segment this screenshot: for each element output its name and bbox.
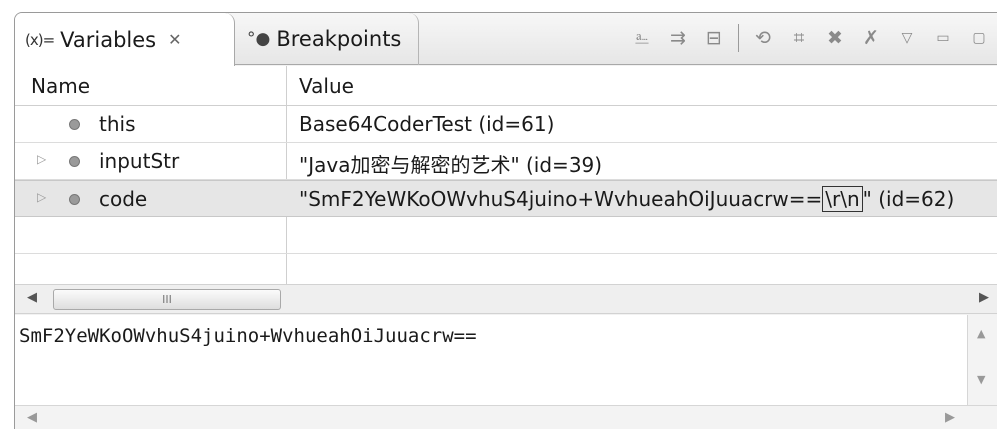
tab-breakpoints-label: Breakpoints [276, 27, 402, 51]
detail-pane[interactable]: SmF2YeWKoOWvhuS4juino+WvhueahOiJuuacrw==… [15, 315, 997, 405]
value-suffix: " (id=62) [862, 187, 955, 211]
detail-value-text[interactable]: SmF2YeWKoOWvhuS4juino+WvhueahOiJuuacrw== [19, 325, 477, 347]
table-row-selected[interactable]: ▷ code "SmF2YeWKoOWvhuS4juino+WvhueahOiJ… [15, 180, 997, 217]
show-type-names-icon[interactable]: ⎁ [630, 27, 654, 49]
view-toolbar: ⎁ ⇉ ⊟ ⟲ ⌗ ✖ ✗ ▽ ▭ ▢ [630, 13, 991, 63]
scroll-right-icon[interactable]: ▶ [979, 290, 989, 305]
remove-icon[interactable]: ✖ [823, 27, 847, 49]
scroll-up-icon[interactable]: ▲ [977, 327, 985, 340]
variable-name: inputStr [99, 149, 180, 173]
variable-icon [69, 194, 80, 205]
breakpoints-icon: °● [247, 29, 271, 49]
variable-icon [69, 119, 80, 130]
expand-icon[interactable]: ▷ [37, 152, 46, 166]
expand-icon[interactable]: ▷ [37, 190, 46, 204]
variables-icon: (x)= [25, 30, 55, 49]
close-icon[interactable]: ✕ [168, 30, 181, 49]
scroll-left-icon[interactable]: ◀ [27, 290, 37, 305]
variables-table: Name Value this Base64CoderTest (id=61) … [15, 66, 997, 284]
detail-vertical-scrollbar[interactable]: ▲ ▼ [967, 315, 997, 405]
table-row[interactable]: this Base64CoderTest (id=61) [15, 106, 997, 143]
remove-all-icon[interactable]: ✗ [859, 27, 883, 49]
scroll-down-icon[interactable]: ▼ [977, 373, 985, 386]
variable-name: this [99, 112, 136, 136]
maximize-icon[interactable]: ▢ [967, 30, 991, 46]
table-row-empty [15, 217, 997, 254]
value-text: "SmF2YeWKoOWvhuS4juino+WvhueahOiJuuacrw=… [299, 187, 823, 211]
detail-horizontal-scrollbar[interactable]: ◀ ▶ [15, 405, 997, 429]
tab-breakpoints[interactable]: °● Breakpoints [239, 13, 419, 65]
show-logical-structure-icon[interactable]: ⇉ [666, 27, 690, 49]
column-header-name[interactable]: Name [31, 74, 90, 98]
view-menu-icon[interactable]: ▽ [895, 30, 919, 46]
table-horizontal-scrollbar[interactable]: ◀ III ▶ [15, 284, 997, 314]
table-header: Name Value [15, 66, 997, 106]
tab-variables-label: Variables [60, 27, 157, 52]
debug-view: (x)= Variables ✕ °● Breakpoints ⎁ ⇉ ⊟ ⟲ … [14, 12, 997, 429]
variable-value: "SmF2YeWKoOWvhuS4juino+WvhueahOiJuuacrw=… [299, 186, 955, 212]
scroll-left-icon[interactable]: ◀ [27, 410, 37, 425]
variable-icon [69, 156, 80, 167]
minimize-icon[interactable]: ▭ [931, 30, 955, 46]
column-header-value[interactable]: Value [299, 74, 354, 98]
variable-value: "Java加密与解密的艺术" (id=39) [299, 153, 603, 177]
collapse-all-icon[interactable]: ⊟ [702, 27, 726, 49]
scroll-right-icon[interactable]: ▶ [945, 410, 955, 425]
table-row[interactable]: ▷ inputStr "Java加密与解密的艺术" (id=39) [15, 143, 997, 180]
variable-value: Base64CoderTest (id=61) [299, 112, 555, 136]
link-icon[interactable]: ⟲ [751, 27, 775, 49]
scrollbar-thumb[interactable]: III [53, 289, 281, 310]
variable-name: code [99, 187, 148, 211]
tab-bar: (x)= Variables ✕ °● Breakpoints ⎁ ⇉ ⊟ ⟲ … [15, 13, 997, 66]
tab-variables[interactable]: (x)= Variables ✕ [15, 13, 235, 66]
toolbar-separator [738, 24, 739, 52]
highlighted-escape: \r\n [822, 186, 863, 212]
remove-selected-icon[interactable]: ⌗ [787, 27, 811, 49]
